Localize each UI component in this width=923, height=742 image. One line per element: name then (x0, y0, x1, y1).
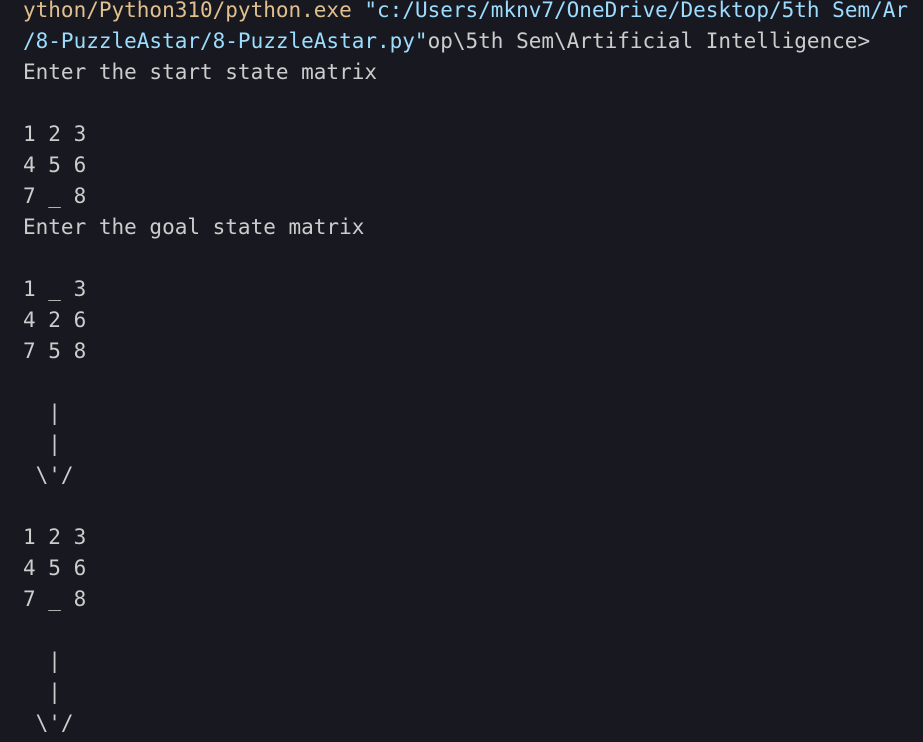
step-matrix-row: 4 5 6 (23, 556, 87, 580)
arrow-head: \'/ (23, 463, 74, 487)
start-matrix-row: 1 2 3 (23, 122, 87, 146)
goal-matrix-row: 7 5 8 (23, 339, 87, 363)
goal-state-prompt: Enter the goal state matrix (23, 215, 365, 239)
arrow-head: \'/ (23, 711, 74, 735)
terminal-output[interactable]: ython/Python310/python.exe "c:/Users/mkn… (0, 0, 923, 742)
command-line-2: /8-PuzzleAstar/8-PuzzleAstar.py"op\5th S… (23, 26, 870, 57)
start-state-prompt: Enter the start state matrix (23, 60, 378, 84)
arrow-line: | (23, 432, 61, 456)
step-matrix-row: 1 2 3 (23, 525, 87, 549)
arrow-line: | (23, 649, 61, 673)
step-matrix-row: 7 _ 8 (23, 587, 87, 611)
prompt-path-remainder: op\5th Sem\Artificial Intelligence> (427, 29, 871, 53)
script-path-arg: "c:/Users/mknv7/OneDrive/Desktop/5th Sem… (351, 0, 909, 22)
arrow-line: | (23, 401, 61, 425)
start-matrix-row: 4 5 6 (23, 153, 87, 177)
python-exe-path: ython/Python310/python.exe (23, 0, 352, 22)
start-matrix-row: 7 _ 8 (23, 184, 87, 208)
command-line-1: ython/Python310/python.exe "c:/Users/mkn… (23, 0, 908, 26)
script-path-arg-continued: /8-PuzzleAstar/8-PuzzleAstar.py" (23, 29, 428, 53)
arrow-line: | (23, 680, 61, 704)
goal-matrix-row: 4 2 6 (23, 308, 87, 332)
goal-matrix-row: 1 _ 3 (23, 277, 87, 301)
